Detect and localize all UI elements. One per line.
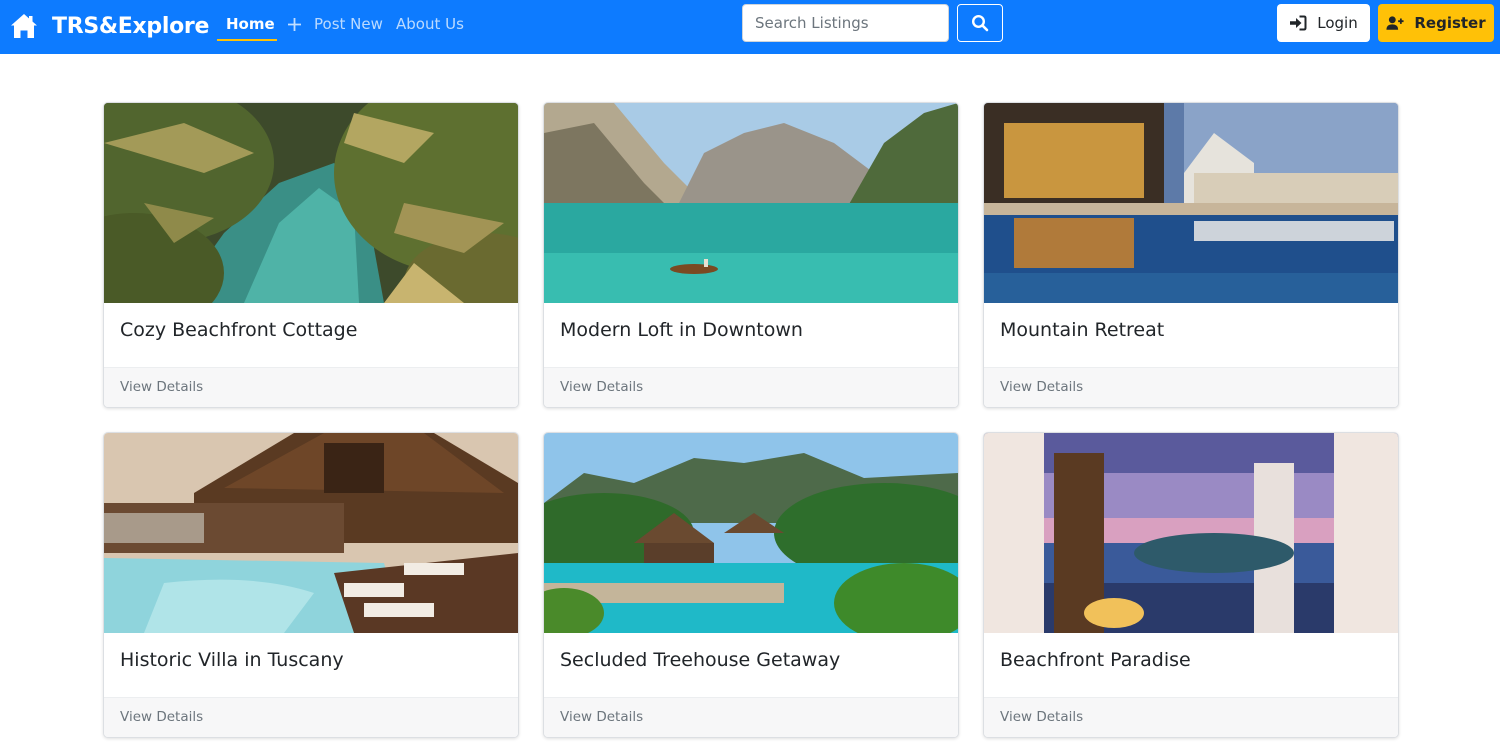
view-details-link[interactable]: View Details [120, 379, 203, 395]
card-footer: View Details [104, 367, 518, 407]
listing-photo [104, 103, 518, 303]
view-details-link[interactable]: View Details [560, 379, 643, 395]
listing-title: Historic Villa in Tuscany [120, 649, 344, 671]
listing-title: Secluded Treehouse Getaway [560, 649, 841, 671]
listing-title: Cozy Beachfront Cottage [120, 319, 358, 341]
nav-post-new-label: Post New [314, 15, 383, 33]
card-footer: View Details [544, 367, 958, 407]
register-button[interactable]: Register [1378, 4, 1494, 42]
search-input[interactable] [742, 4, 949, 42]
login-button[interactable]: Login [1277, 4, 1370, 42]
nav-post-new[interactable]: Post New [287, 13, 383, 35]
nav-home[interactable]: Home [226, 13, 275, 35]
home-icon [11, 14, 37, 38]
view-details-link[interactable]: View Details [120, 709, 203, 725]
nav-about-us[interactable]: About Us [396, 13, 464, 35]
brand-link[interactable]: TRS&Explore [10, 9, 209, 43]
listing-card[interactable]: Beachfront Paradise View Details [983, 432, 1399, 738]
card-footer: View Details [104, 697, 518, 737]
view-details-link[interactable]: View Details [1000, 379, 1083, 395]
sign-in-icon [1290, 15, 1307, 31]
card-footer: View Details [984, 367, 1398, 407]
search-button[interactable] [957, 4, 1003, 42]
listing-photo [104, 433, 518, 633]
listing-title: Modern Loft in Downtown [560, 319, 803, 341]
card-footer: View Details [544, 697, 958, 737]
listing-photo [544, 103, 958, 303]
listing-title: Mountain Retreat [1000, 319, 1165, 341]
user-plus-icon [1386, 16, 1404, 30]
view-details-link[interactable]: View Details [560, 709, 643, 725]
active-indicator [217, 39, 277, 41]
register-label: Register [1414, 14, 1486, 32]
login-label: Login [1317, 14, 1358, 32]
listing-card[interactable]: Cozy Beachfront Cottage View Details [103, 102, 519, 408]
plus-icon [288, 17, 301, 31]
listing-photo [984, 433, 1398, 633]
brand-name: TRS&Explore [52, 13, 210, 39]
navbar: TRS&Explore Home Post New About Us Login… [0, 0, 1500, 54]
listing-photo [544, 433, 958, 633]
search-icon [971, 14, 989, 32]
listing-title: Beachfront Paradise [1000, 649, 1191, 671]
listing-card[interactable]: Secluded Treehouse Getaway View Details [543, 432, 959, 738]
listing-card[interactable]: Historic Villa in Tuscany View Details [103, 432, 519, 738]
listing-card[interactable]: Mountain Retreat View Details [983, 102, 1399, 408]
listing-photo [984, 103, 1398, 303]
view-details-link[interactable]: View Details [1000, 709, 1083, 725]
listing-card[interactable]: Modern Loft in Downtown View Details [543, 102, 959, 408]
card-footer: View Details [984, 697, 1398, 737]
